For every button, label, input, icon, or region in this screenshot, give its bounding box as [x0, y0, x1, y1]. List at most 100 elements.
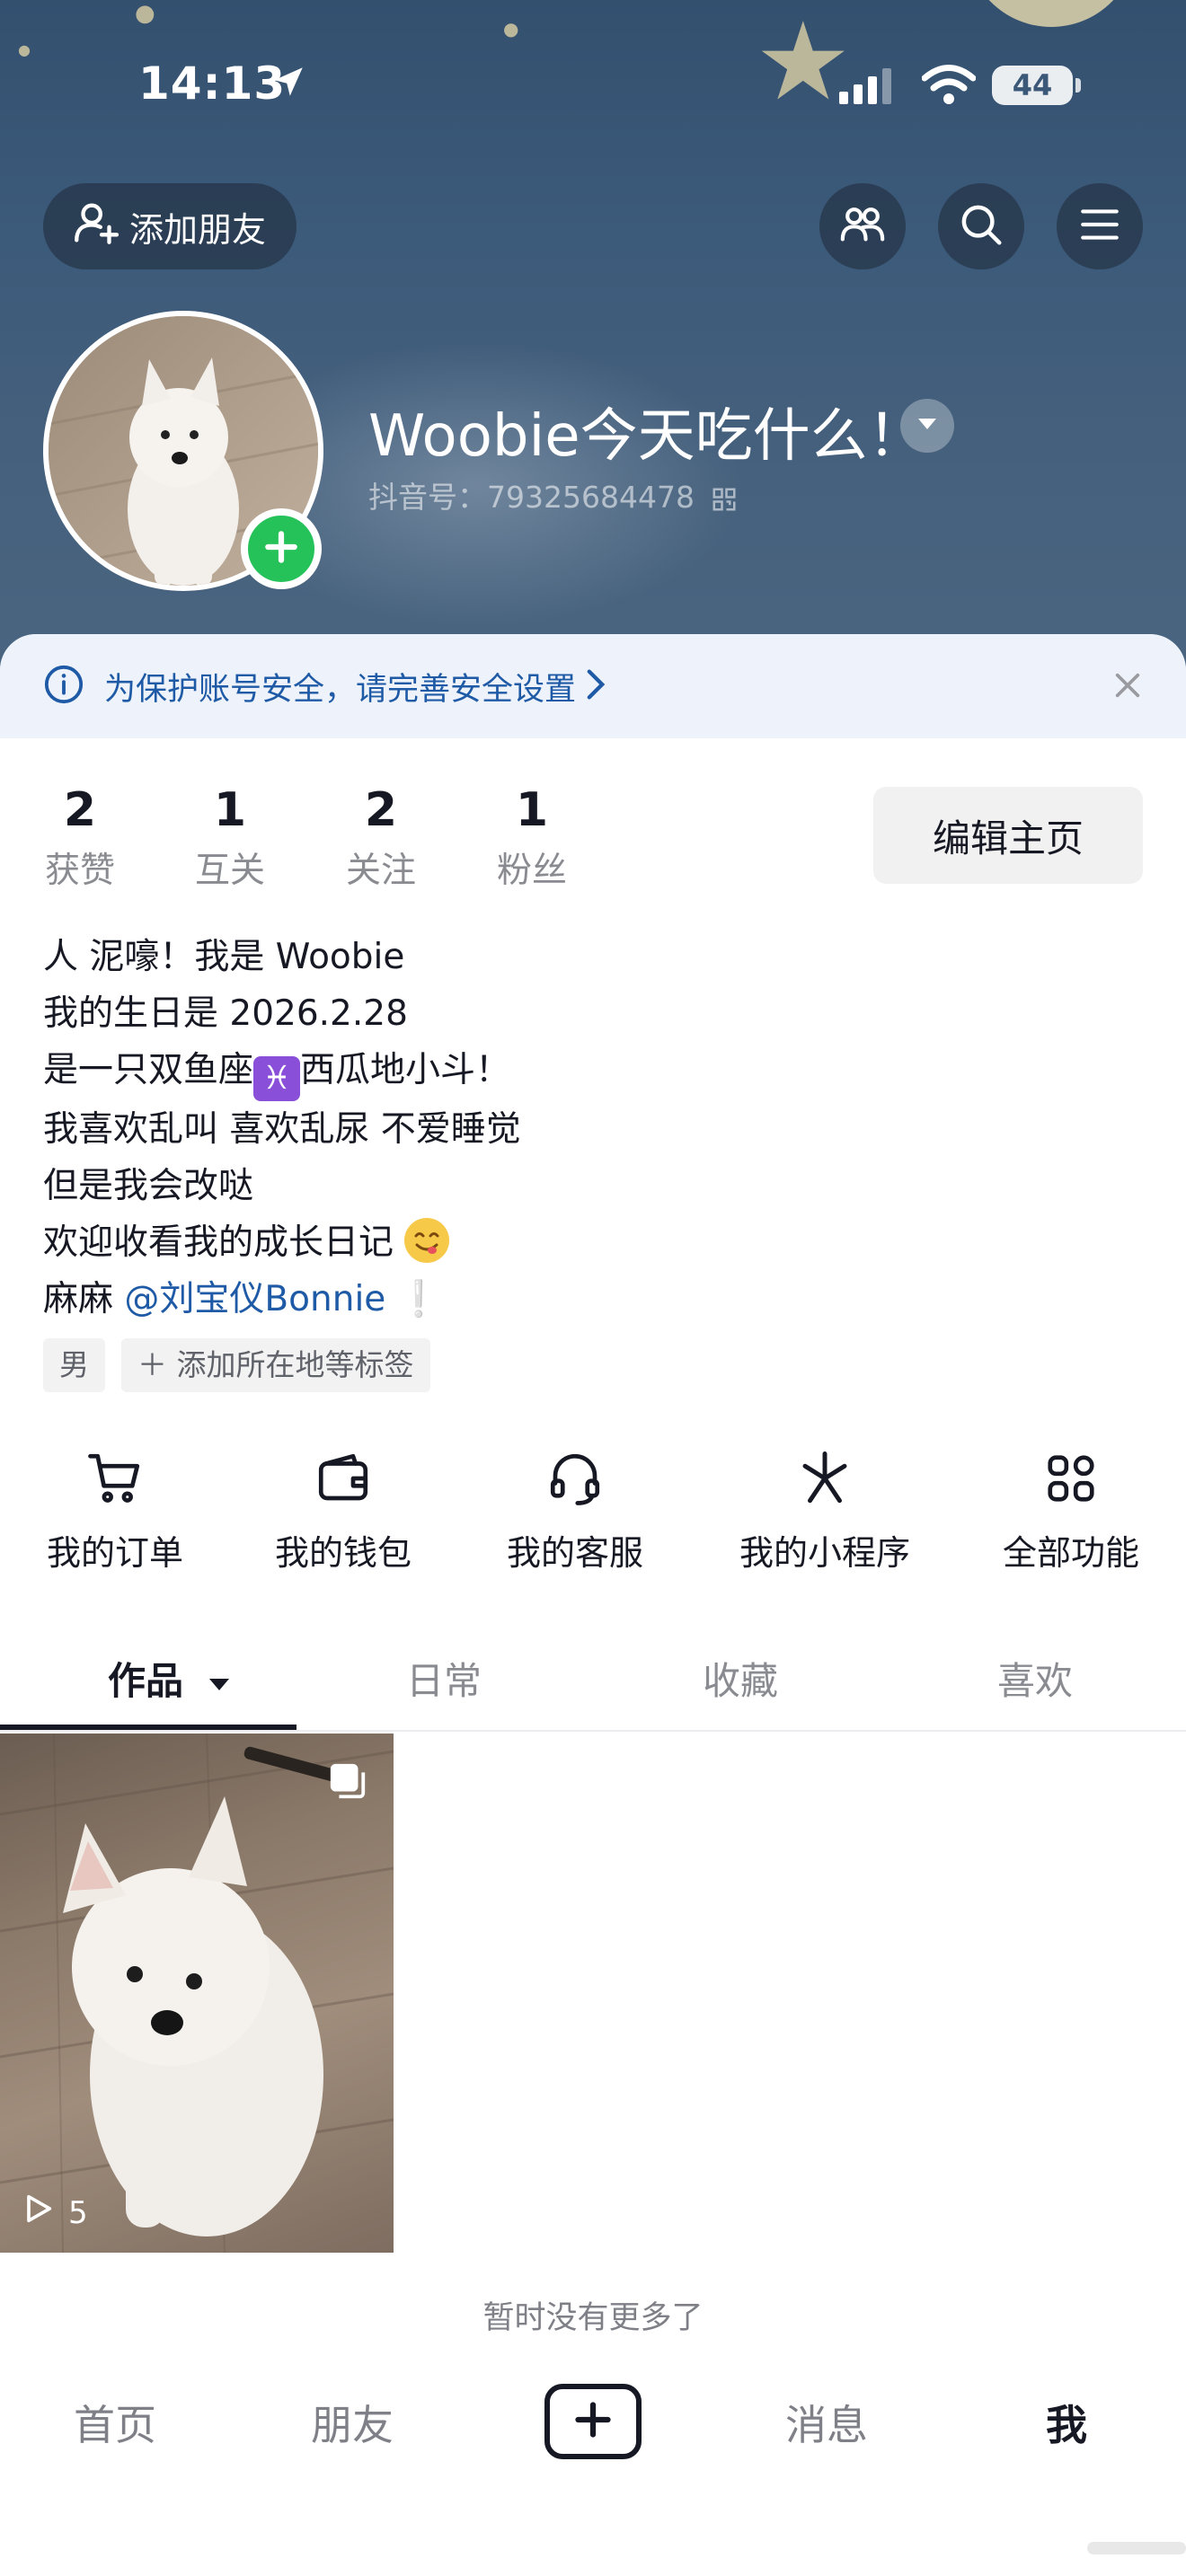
- stat-label: 获赞: [44, 851, 115, 891]
- bio-line: 欢迎收看我的成长日记: [43, 1214, 521, 1271]
- bottom-navigation: 首页 朋友 消息 我: [0, 2362, 1186, 2576]
- battery-tip: [1075, 78, 1081, 93]
- nav-messages[interactable]: 消息: [785, 2393, 868, 2452]
- location-arrow-icon: [270, 63, 307, 104]
- status-time: 14:13: [138, 57, 287, 110]
- function-label: 全部功能: [1002, 1533, 1139, 1573]
- function-label: 我的客服: [506, 1533, 643, 1573]
- security-notice-banner[interactable]: 为保护账号安全，请完善安全设置: [0, 634, 1186, 738]
- stat-likes[interactable]: 2 获赞: [26, 783, 134, 893]
- nav-friends[interactable]: 朋友: [311, 2393, 394, 2452]
- function-label: 我的小程序: [739, 1533, 910, 1573]
- active-tab-indicator: [0, 1725, 296, 1730]
- stat-label: 粉丝: [496, 851, 567, 891]
- profile-card: [0, 634, 1186, 2576]
- customer-service-button[interactable]: 我的客服: [503, 1446, 647, 1575]
- search-icon: [957, 200, 1005, 252]
- plus-icon: [573, 2400, 613, 2443]
- avatar-add-button[interactable]: [241, 508, 322, 589]
- add-friend-label: 添加朋友: [129, 209, 267, 250]
- star-decoration: ●: [135, 0, 155, 27]
- tab-label: 作品: [108, 1659, 184, 1703]
- douyin-id-text: 抖音号：79325684478: [368, 480, 695, 515]
- cart-icon: [43, 1446, 187, 1511]
- tab-works[interactable]: 作品: [108, 1651, 233, 1706]
- profile-bio: 人 泥嚎！我是 Woobie 我的生日是 2026.2.28 是一只双鱼座 ♓ 西瓜…: [43, 929, 521, 1328]
- bio-line: 我的生日是 2026.2.28: [43, 993, 408, 1034]
- headset-icon: [503, 1446, 647, 1511]
- profile-tags: 男 ＋ 添加所在地等标签: [43, 1338, 430, 1392]
- edit-profile-button[interactable]: 编辑主页: [873, 787, 1143, 884]
- stat-mutual[interactable]: 1 互关: [176, 783, 284, 893]
- stat-following[interactable]: 2 关注: [327, 783, 435, 893]
- menu-button[interactable]: [1057, 183, 1143, 269]
- pisces-emoji-icon: ♓: [253, 1056, 301, 1101]
- yum-face-emoji-icon: [404, 1218, 450, 1263]
- stat-value: 1: [515, 783, 549, 837]
- function-label: 我的钱包: [274, 1533, 412, 1573]
- mention-link[interactable]: @刘宝仪Bonnie: [124, 1279, 385, 1319]
- my-orders-button[interactable]: 我的订单: [43, 1446, 187, 1575]
- grid-icon: [999, 1446, 1143, 1511]
- bio-line: 但是我会改哒: [43, 1166, 254, 1206]
- stat-value: 2: [364, 783, 398, 837]
- tab-daily[interactable]: 日常: [406, 1651, 482, 1706]
- bio-line: 人 泥嚎！我是 Woobie: [43, 937, 405, 977]
- create-button[interactable]: [544, 2384, 642, 2459]
- play-count: 5: [20, 2191, 88, 2235]
- add-user-icon: [70, 197, 129, 257]
- stat-value: 2: [63, 783, 97, 837]
- video-thumbnail[interactable]: 5: [0, 1734, 394, 2253]
- caret-down-icon: [916, 415, 939, 437]
- mini-programs-button[interactable]: 我的小程序: [726, 1446, 924, 1575]
- security-notice-text: 为保护账号安全，请完善安全设置: [104, 671, 577, 708]
- home-indicator: [1087, 2542, 1186, 2554]
- hamburger-menu-icon: [1077, 202, 1122, 251]
- exclamation-emoji: ❕: [396, 1279, 441, 1319]
- tab-favorites[interactable]: 收藏: [703, 1651, 778, 1706]
- stat-followers[interactable]: 1 粉丝: [478, 783, 586, 893]
- douyin-id[interactable]: 抖音号：79325684478: [368, 473, 738, 516]
- bio-line: 麻麻 @刘宝仪Bonnie ❕: [43, 1271, 521, 1328]
- stat-value: 1: [213, 783, 247, 837]
- moon-decoration: [966, 0, 1137, 27]
- nav-me[interactable]: 我: [1046, 2393, 1087, 2452]
- wallet-icon: [271, 1446, 415, 1511]
- qr-code-icon: [704, 480, 738, 515]
- stat-label: 关注: [345, 851, 416, 891]
- star-decoration: ★: [755, 0, 852, 125]
- account-switch-button[interactable]: [900, 399, 954, 453]
- star-decoration: ●: [18, 41, 31, 58]
- star-decoration: ●: [503, 18, 519, 40]
- add-location-tag-button[interactable]: ＋ 添加所在地等标签: [121, 1338, 430, 1392]
- my-wallet-button[interactable]: 我的钱包: [271, 1446, 415, 1575]
- multi-image-icon: [327, 1760, 368, 1805]
- bio-line: 是一只双鱼座 ♓ 西瓜地小斗！: [43, 1042, 521, 1101]
- function-label: 我的订单: [46, 1533, 183, 1573]
- bio-text: 麻麻: [43, 1279, 114, 1319]
- friends-button[interactable]: [819, 183, 906, 269]
- close-icon[interactable]: [1112, 670, 1143, 704]
- wifi-icon: [921, 65, 977, 110]
- bio-text: 是一只双鱼座: [43, 1050, 254, 1090]
- profile-nickname: Woobie今天吃什么！: [368, 403, 925, 470]
- asterisk-icon: [726, 1446, 924, 1511]
- content-tabs: 作品 日常 收藏 喜欢: [0, 1631, 1186, 1732]
- add-friend-button[interactable]: 添加朋友: [43, 183, 296, 269]
- tab-likes[interactable]: 喜欢: [997, 1651, 1073, 1706]
- info-icon: [43, 664, 84, 709]
- search-button[interactable]: [938, 183, 1024, 269]
- play-icon: [20, 2191, 56, 2235]
- play-count-value: 5: [68, 2194, 88, 2231]
- no-more-content-text: 暂时没有更多了: [482, 2300, 704, 2336]
- nav-home[interactable]: 首页: [74, 2393, 156, 2452]
- people-icon: [837, 199, 888, 253]
- all-functions-button[interactable]: 全部功能: [999, 1446, 1143, 1575]
- westie-dog-video-frame: [0, 1734, 394, 2253]
- stat-label: 互关: [194, 851, 265, 891]
- chevron-right-icon: [585, 668, 606, 704]
- bio-text: 西瓜地小斗！: [300, 1050, 511, 1090]
- bio-line: 我喜欢乱叫 喜欢乱尿 不爱睡觉: [43, 1109, 521, 1150]
- battery-indicator: 44: [992, 66, 1073, 105]
- plus-icon: [261, 527, 301, 570]
